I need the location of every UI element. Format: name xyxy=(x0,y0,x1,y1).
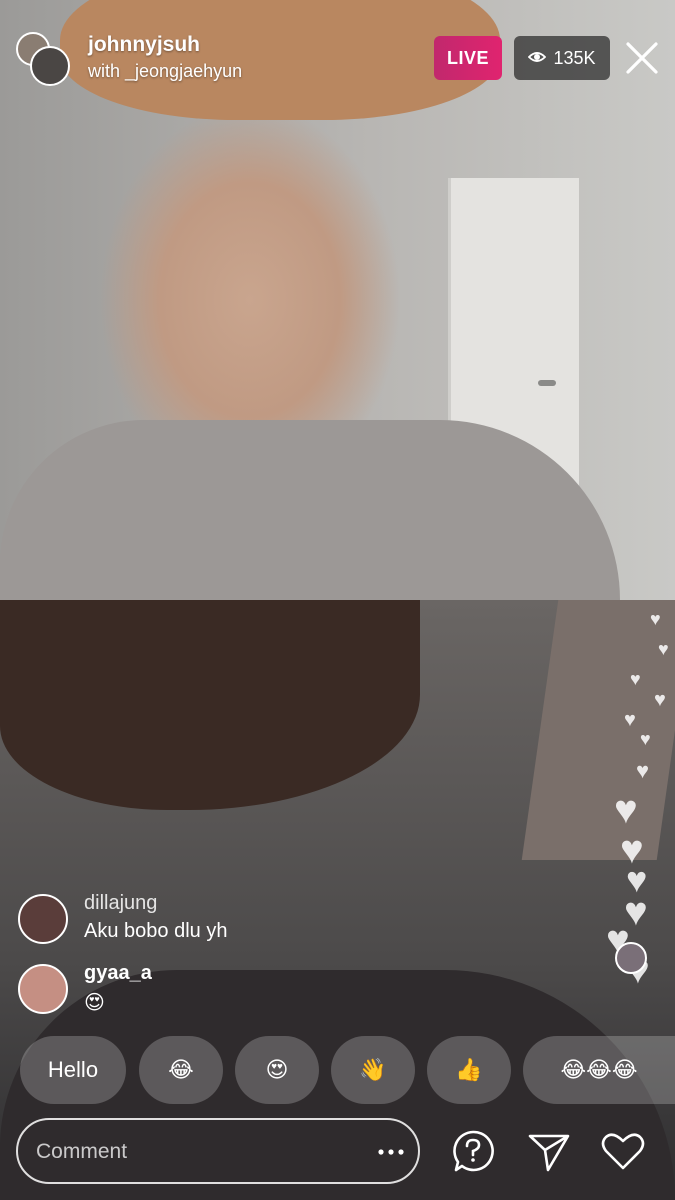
viewer-count: 135K xyxy=(553,47,596,68)
comment-username: gyaa_a xyxy=(84,962,152,984)
hearts-stream: ♥ ♥ ♥ ♥ ♥ ♥ ♥ ♥ ♥ ♥ ♥ ♥ ♥ xyxy=(600,600,675,1000)
video-shape-sweater xyxy=(0,420,620,600)
heart-particle: ♥ xyxy=(650,609,661,629)
comment-text: 😍 xyxy=(84,992,105,1014)
heart-particle: ♥ xyxy=(630,669,641,689)
heart-icon xyxy=(601,1133,645,1170)
quick-reply-wave[interactable]: 👋 xyxy=(331,1036,415,1104)
guest-line[interactable]: with _jeongjaehyun xyxy=(88,61,242,82)
share-button[interactable] xyxy=(526,1128,572,1174)
heart-eyes-emoji-icon: 😍 xyxy=(265,1057,289,1082)
comment-field[interactable] xyxy=(16,1118,420,1184)
heart-particle: ♥ xyxy=(640,729,651,749)
live-badge: LIVE xyxy=(434,36,502,80)
quick-reply-hello[interactable]: Hello xyxy=(20,1036,126,1104)
viewer-count-badge[interactable]: 135K xyxy=(514,36,610,80)
commenter-avatar xyxy=(18,964,68,1014)
host-username[interactable]: johnnyjsuh xyxy=(88,33,200,57)
video-shape-door-knob xyxy=(538,380,556,386)
heart-particle: ♥ xyxy=(624,709,636,731)
laughing-emoji-icon: 😂😂😂 xyxy=(560,1057,638,1082)
liker-avatar xyxy=(615,942,647,974)
heart-particle: ♥ xyxy=(654,689,666,711)
comment-username: dillajung xyxy=(84,892,158,914)
send-icon xyxy=(528,1134,570,1172)
host-avatar-stack[interactable] xyxy=(16,32,72,88)
question-button[interactable] xyxy=(450,1128,496,1174)
quick-reply-laughing[interactable]: 😂 xyxy=(139,1036,223,1104)
quick-reply-heart-eyes[interactable]: 😍 xyxy=(235,1036,319,1104)
close-button[interactable] xyxy=(622,38,662,78)
heart-particle: ♥ xyxy=(636,758,650,783)
more-options-icon[interactable] xyxy=(376,1140,406,1164)
quick-reply-thumbs-up[interactable]: 👍 xyxy=(427,1036,511,1104)
thumbs-up-emoji-icon: 👍 xyxy=(455,1057,483,1082)
commenter-avatar xyxy=(18,894,68,944)
question-icon xyxy=(453,1130,494,1172)
host-video-feed xyxy=(0,0,675,600)
comment-text: Aku bobo dlu yh xyxy=(84,920,228,942)
like-button[interactable] xyxy=(600,1128,646,1174)
quick-reply-triple-laughing[interactable]: 😂😂😂 xyxy=(523,1036,675,1104)
comment-input[interactable] xyxy=(34,1120,368,1184)
laughing-emoji-icon: 😂 xyxy=(168,1057,194,1082)
heart-particle: ♥ xyxy=(614,788,638,832)
waving-hand-emoji-icon: 👋 xyxy=(359,1057,387,1082)
eye-icon xyxy=(528,48,547,69)
quick-reply-label: Hello xyxy=(47,1057,99,1082)
video-shape-hair xyxy=(0,600,420,810)
heart-particle: ♥ xyxy=(658,639,669,659)
guest-avatar xyxy=(30,46,70,86)
close-icon xyxy=(626,42,658,74)
